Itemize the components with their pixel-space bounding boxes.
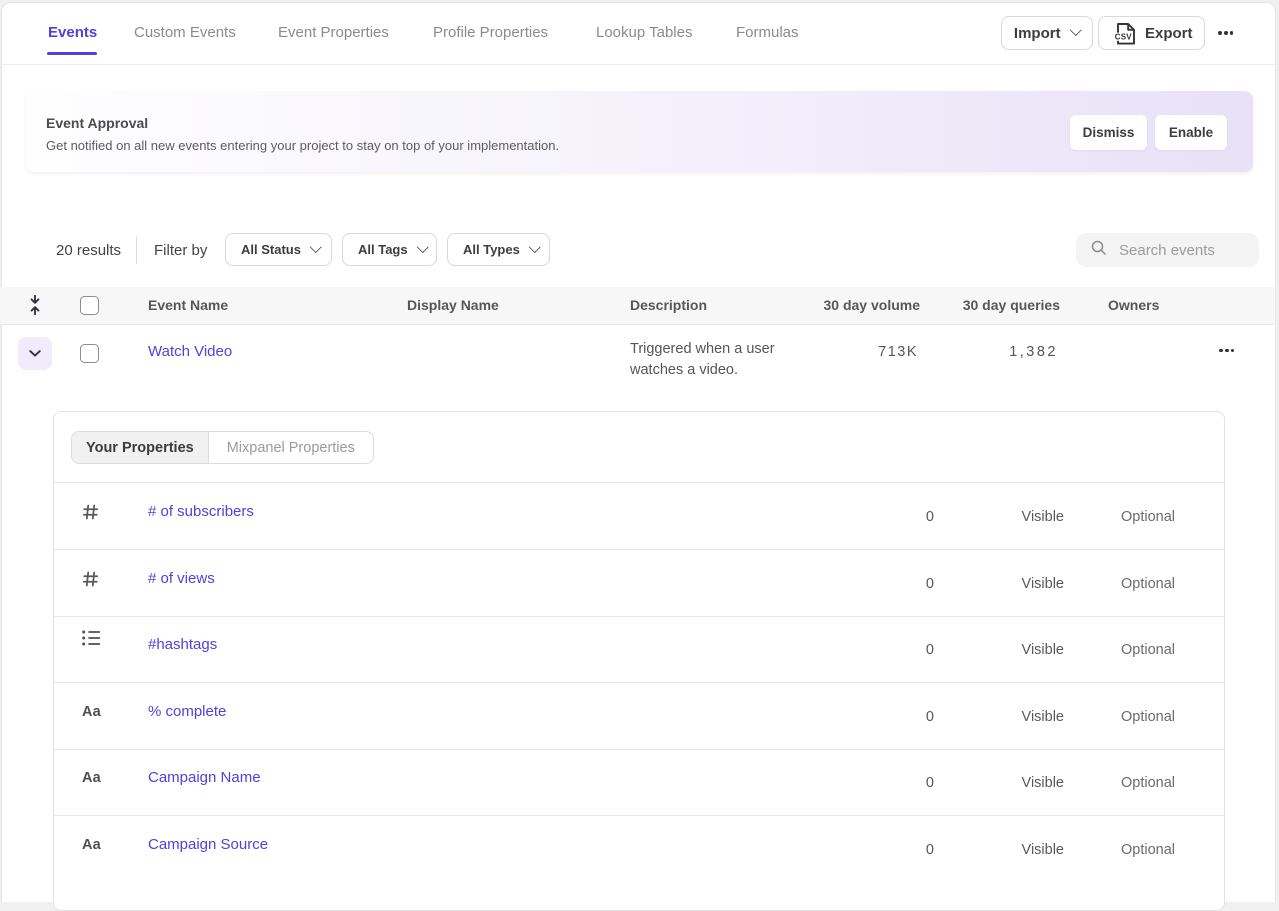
- svg-text:CSV: CSV: [1115, 33, 1133, 42]
